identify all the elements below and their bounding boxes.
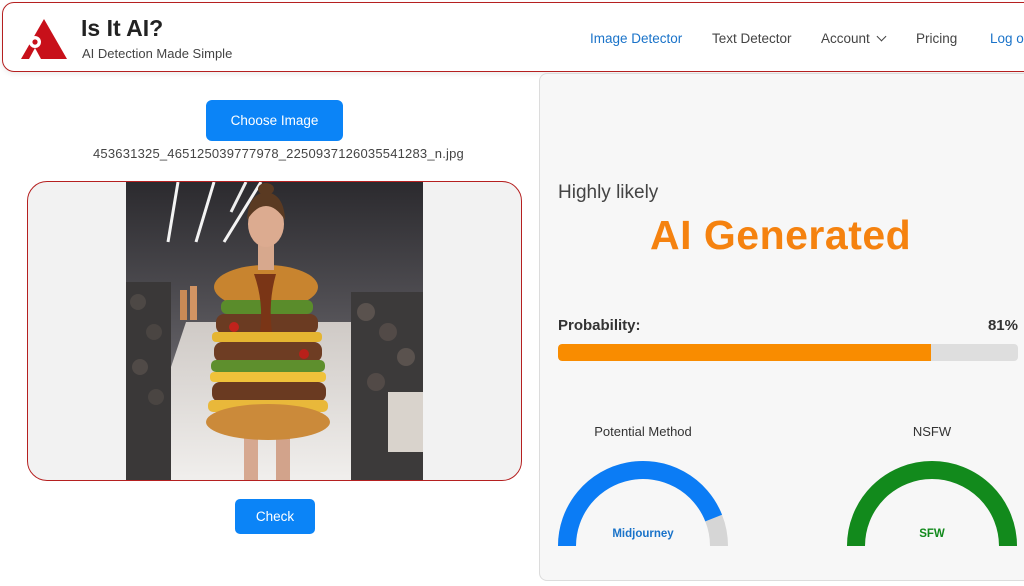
check-button[interactable]: Check [235, 499, 315, 534]
likelihood-label: Highly likely [558, 182, 659, 203]
method-gauge-title: Potential Method [594, 424, 692, 439]
probability-value: 81% [987, 317, 1018, 334]
nav-account-label: Account [821, 31, 870, 46]
probability-label: Probability: [558, 317, 641, 334]
choose-image-button[interactable]: Choose Image [206, 100, 343, 141]
site-header: Is It AI? AI Detection Made Simple Image… [2, 2, 1024, 72]
nsfw-gauge-title: NSFW [912, 424, 952, 439]
probability-bar-fill [558, 344, 931, 361]
nav-pricing[interactable]: Pricing [916, 31, 957, 46]
probability-bar [558, 344, 1018, 361]
method-gauge-value: Midjourney [612, 528, 674, 540]
result-panel: Highly likely AI Generated Probability: … [539, 73, 1024, 581]
nav-login[interactable]: Log o [990, 31, 1024, 46]
nsfw-gauge-value: SFW [919, 528, 945, 540]
main-nav: Image Detector Text Detector Account Pri… [3, 31, 1024, 51]
nav-image-detector[interactable]: Image Detector [590, 31, 682, 46]
nav-account[interactable]: Account [821, 31, 887, 46]
uploaded-image-preview [126, 182, 423, 480]
selected-filename: 453631325_465125039777978_22509371260355… [93, 146, 464, 161]
chevron-down-icon [876, 31, 887, 42]
nav-text-detector[interactable]: Text Detector [712, 31, 792, 46]
image-preview-frame [27, 181, 522, 481]
verdict-text: AI Generated [650, 212, 912, 258]
